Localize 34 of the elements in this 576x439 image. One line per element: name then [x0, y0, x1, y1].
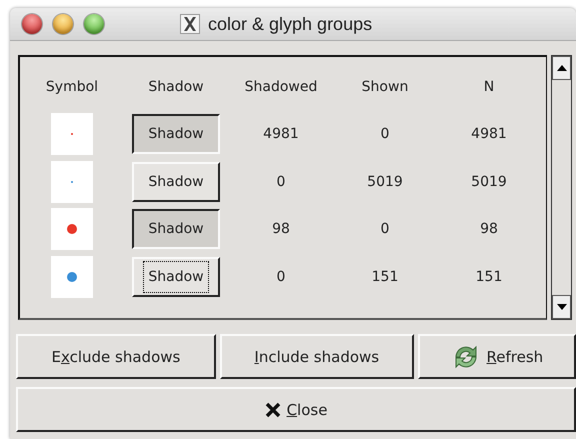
table-cell: 151 [476, 268, 502, 285]
close-icon [264, 402, 281, 418]
table-cell: 4981 [471, 126, 507, 142]
shadow-toggle-button[interactable]: Shadow [132, 162, 220, 202]
refresh-button[interactable]: Refresh [418, 334, 576, 379]
column-header: Shadowed [244, 78, 318, 95]
close-button[interactable]: Close [16, 387, 576, 432]
window-title: color & glyph groups [208, 14, 372, 34]
column-header: Symbol [46, 78, 98, 95]
table-cell: 98 [480, 221, 498, 238]
x11-icon [180, 14, 200, 34]
column-header: Shown [362, 78, 408, 95]
column-header: N [484, 78, 494, 95]
table-cell: 4981 [263, 126, 299, 142]
include-button[interactable]: Include shadows [220, 334, 414, 379]
exclude-button[interactable]: Exclude shadows [16, 334, 216, 379]
table-cell: 0 [380, 126, 390, 142]
table-cell: 5019 [367, 174, 403, 190]
shadow-toggle-button[interactable]: Shadow [132, 114, 220, 154]
zoom-window-icon[interactable] [84, 14, 104, 34]
table-cell: 5019 [471, 174, 507, 190]
table-cell: 0 [380, 221, 390, 238]
table-cell: 0 [276, 174, 286, 190]
down-arrow-icon[interactable] [556, 304, 566, 310]
scrollbar[interactable] [551, 55, 572, 320]
minimize-window-icon[interactable] [53, 14, 73, 34]
table-cell: 0 [276, 268, 286, 285]
column-header: Shadow [148, 78, 204, 95]
up-arrow-icon[interactable] [556, 65, 566, 71]
table-cell: 98 [272, 221, 290, 238]
table-cell: 151 [372, 268, 398, 285]
shadow-toggle-button[interactable]: Shadow [132, 209, 220, 250]
close-window-icon[interactable] [22, 14, 42, 34]
shadow-toggle-button[interactable]: Shadow [132, 256, 220, 297]
